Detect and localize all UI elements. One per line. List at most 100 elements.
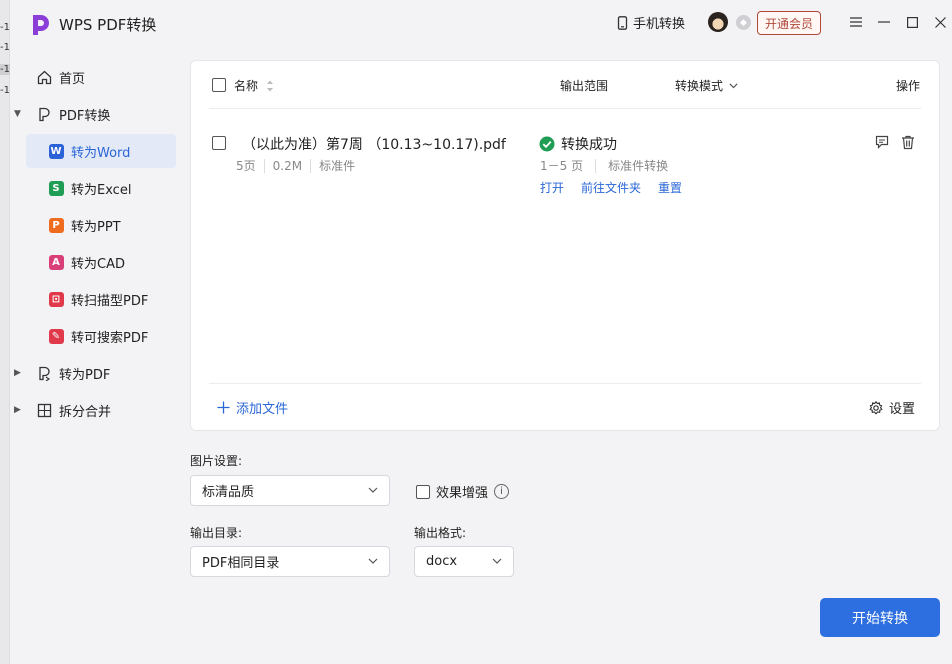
ppt-icon: P bbox=[48, 217, 64, 233]
mobile-convert-label: 手机转换 bbox=[633, 17, 686, 32]
title-bar: WPS PDF转换 手机转换 ◆ 开通会员 bbox=[10, 0, 952, 48]
status-label: 转换成功 bbox=[561, 137, 617, 153]
sidebar-item-to-excel[interactable]: S 转为Excel bbox=[26, 171, 176, 205]
excel-icon: S bbox=[48, 180, 64, 196]
sidebar-item-to-ppt[interactable]: P 转为PPT bbox=[26, 208, 176, 242]
edge-text: -1 bbox=[0, 64, 10, 75]
sidebar-item-label: 转为Excel bbox=[71, 182, 132, 198]
column-header-mode-label: 转换模式 bbox=[675, 79, 724, 93]
sidebar-group-split-merge[interactable]: ▶ 拆分合并 bbox=[14, 393, 176, 427]
success-check-icon bbox=[539, 136, 555, 152]
edge-text: -1 bbox=[0, 22, 10, 33]
add-file-label: 添加文件 bbox=[236, 402, 289, 417]
caret-down-icon: ▼ bbox=[14, 109, 21, 119]
footer-divider bbox=[209, 383, 921, 384]
feedback-icon[interactable] bbox=[874, 134, 890, 150]
file-meta: 5页 0.2M 标准件 bbox=[236, 157, 355, 174]
chevron-down-icon bbox=[368, 558, 378, 564]
file-name: （以此为准）第7周 （10.13~10.17).pdf bbox=[242, 137, 506, 153]
open-vip-button[interactable]: 开通会员 bbox=[757, 11, 821, 35]
sidebar-item-label: 转为PPT bbox=[71, 219, 121, 235]
edge-text: -1 bbox=[0, 85, 10, 96]
sidebar-item-to-word[interactable]: W 转为Word bbox=[26, 134, 176, 168]
chevron-down-icon bbox=[729, 82, 738, 88]
home-icon bbox=[36, 69, 52, 85]
sidebar-item-label: 转为CAD bbox=[71, 256, 125, 272]
sidebar-item-label: 转为Word bbox=[71, 145, 131, 161]
add-file-button[interactable]: 添加文件 bbox=[217, 398, 288, 417]
sidebar-group-pdf-convert[interactable]: ▼ PDF转换 bbox=[14, 97, 176, 131]
sidebar-group-to-pdf[interactable]: ▶ 转为PDF bbox=[14, 356, 176, 390]
status-meta: 1－5 页 标准件转换 bbox=[540, 157, 668, 174]
wps-pdf-logo-icon bbox=[33, 15, 49, 35]
file-pages: 5页 bbox=[236, 159, 256, 173]
sidebar-item-to-searchable-pdf[interactable]: ✎ 转可搜索PDF bbox=[26, 319, 176, 353]
sidebar-item-to-cad[interactable]: A 转为CAD bbox=[26, 245, 176, 279]
row-actions: 打开 前往文件夹 重置 bbox=[540, 179, 682, 196]
caret-right-icon: ▶ bbox=[14, 368, 21, 378]
sidebar-item-home[interactable]: 首页 bbox=[26, 60, 176, 94]
conversion-mode: 标准件转换 bbox=[608, 159, 669, 173]
mobile-convert-button[interactable]: 手机转换 bbox=[616, 13, 685, 32]
header-divider bbox=[209, 108, 921, 109]
maximize-icon[interactable] bbox=[902, 12, 922, 32]
start-convert-button[interactable]: 开始转换 bbox=[820, 598, 940, 637]
column-header-range: 输出范围 bbox=[560, 79, 609, 93]
menu-icon[interactable] bbox=[846, 12, 866, 32]
image-quality-select[interactable]: 标清品质 bbox=[190, 475, 390, 506]
chevron-down-icon bbox=[368, 487, 378, 493]
close-icon[interactable] bbox=[930, 12, 950, 32]
gear-icon bbox=[869, 400, 883, 415]
sidebar-item-label: 转可搜索PDF bbox=[71, 330, 149, 346]
column-header-name-label: 名称 bbox=[234, 79, 259, 93]
open-link[interactable]: 打开 bbox=[540, 179, 564, 196]
word-icon: W bbox=[48, 143, 64, 159]
split-merge-icon bbox=[36, 402, 52, 418]
sidebar-item-label: PDF转换 bbox=[59, 108, 111, 124]
settings-button[interactable]: 设置 bbox=[869, 398, 915, 417]
output-dir-value: PDF相同目录 bbox=[202, 556, 280, 571]
row-checkbox[interactable] bbox=[212, 136, 226, 150]
chevron-down-icon bbox=[492, 558, 502, 564]
scan-icon: ⊡ bbox=[48, 291, 64, 307]
edge-text: -1 bbox=[0, 42, 10, 53]
sidebar-item-label: 拆分合并 bbox=[59, 404, 112, 420]
sidebar-item-label: 转扫描型PDF bbox=[71, 293, 149, 309]
open-folder-link[interactable]: 前往文件夹 bbox=[581, 179, 641, 196]
output-dir-select[interactable]: PDF相同目录 bbox=[190, 546, 390, 577]
minimize-icon[interactable] bbox=[874, 12, 894, 32]
plus-icon bbox=[217, 401, 230, 414]
output-format-label: 输出格式: bbox=[414, 526, 467, 540]
sidebar-item-to-scanned-pdf[interactable]: ⊡ 转扫描型PDF bbox=[26, 282, 176, 316]
enhance-checkbox[interactable] bbox=[416, 484, 430, 499]
to-pdf-icon bbox=[36, 365, 52, 381]
sidebar-item-label: 首页 bbox=[59, 71, 86, 87]
image-settings-label: 图片设置: bbox=[190, 454, 243, 468]
file-size: 0.2M bbox=[272, 158, 303, 173]
enhance-option[interactable]: 效果增强 i bbox=[416, 482, 510, 501]
pdf-convert-icon bbox=[36, 106, 52, 122]
avatar[interactable] bbox=[708, 12, 728, 32]
delete-icon[interactable] bbox=[900, 134, 916, 150]
column-header-action: 操作 bbox=[896, 79, 921, 93]
background-window-edge: -1 -1 -1 -1 bbox=[0, 0, 10, 664]
select-all-checkbox[interactable] bbox=[212, 78, 226, 92]
phone-icon bbox=[617, 15, 628, 30]
file-list-card: 名称 输出范围 转换模式 操作 （以此为准）第7周 （10.13~10.17).… bbox=[190, 60, 940, 431]
reset-link[interactable]: 重置 bbox=[658, 179, 682, 196]
column-header-name[interactable]: 名称 bbox=[234, 77, 274, 94]
output-dir-label: 输出目录: bbox=[190, 526, 243, 540]
image-quality-value: 标清品质 bbox=[202, 485, 255, 500]
member-badge-icon[interactable]: ◆ bbox=[736, 15, 751, 30]
settings-label: 设置 bbox=[888, 402, 915, 417]
output-format-select[interactable]: docx bbox=[414, 546, 514, 577]
column-header-mode[interactable]: 转换模式 bbox=[675, 77, 738, 94]
enhance-label: 效果增强 bbox=[436, 486, 489, 501]
info-icon[interactable]: i bbox=[494, 484, 510, 499]
sidebar-item-label: 转为PDF bbox=[59, 367, 111, 383]
output-format-value: docx bbox=[426, 554, 458, 569]
searchable-icon: ✎ bbox=[48, 328, 64, 344]
cad-icon: A bbox=[48, 254, 64, 270]
output-range: 1－5 页 bbox=[540, 159, 584, 173]
caret-right-icon: ▶ bbox=[14, 405, 21, 415]
